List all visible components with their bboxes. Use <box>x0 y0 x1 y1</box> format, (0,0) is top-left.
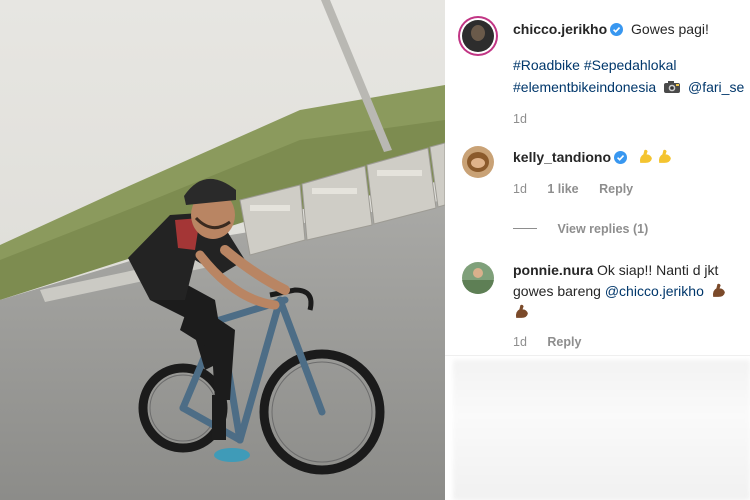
comment-timestamp[interactable]: 1d <box>513 182 527 196</box>
caption-text: Gowes pagi! <box>631 21 709 37</box>
hashtag-roadbike[interactable]: #Roadbike <box>513 57 580 73</box>
commenter-avatar-kelly[interactable] <box>462 146 494 178</box>
post-photo[interactable] <box>0 0 445 500</box>
comment-kelly: kelly_tandiono 1d 1 like Reply View repl… <box>513 146 748 238</box>
comment-text-line2: gowes bareng <box>513 283 601 299</box>
reply-button[interactable]: Reply <box>547 335 581 349</box>
view-replies-label: View replies (1) <box>557 222 649 236</box>
comment-username[interactable]: ponnie.nura <box>513 262 593 278</box>
comment-text-line1: Ok siap!! Nanti d jkt <box>597 262 719 278</box>
verified-badge-icon <box>610 23 624 36</box>
flexed-biceps-icon <box>639 149 652 163</box>
redacted-area <box>453 360 750 500</box>
post-timestamp[interactable]: 1d <box>513 112 750 126</box>
cyclist-photo-illustration <box>0 0 445 500</box>
flexed-biceps-icon <box>658 149 671 163</box>
commenter-avatar-ponnie[interactable] <box>462 262 494 294</box>
post-caption: chicco.jerikho Gowes pagi! #Roadbike #Se… <box>513 18 750 126</box>
author-username[interactable]: chicco.jerikho <box>513 21 607 37</box>
reply-button[interactable]: Reply <box>599 182 633 196</box>
section-divider <box>445 355 750 356</box>
view-replies-button[interactable]: View replies (1) <box>513 220 748 238</box>
hashtag-elementbikeindonesia[interactable]: #elementbikeindonesia <box>513 79 656 95</box>
flexed-biceps-dark-icon <box>712 283 725 297</box>
comment-ponnie: ponnie.nura Ok siap!! Nanti d jkt gowes … <box>513 260 748 351</box>
flexed-biceps-dark-icon <box>515 304 528 318</box>
mention-fari[interactable]: @fari_se <box>688 79 744 95</box>
comment-username[interactable]: kelly_tandiono <box>513 149 611 165</box>
comment-likes[interactable]: 1 like <box>547 182 578 196</box>
comment-timestamp[interactable]: 1d <box>513 335 527 349</box>
camera-flash-icon <box>663 78 681 93</box>
view-replies-divider <box>513 228 537 230</box>
hashtag-sepedahlokal[interactable]: #Sepedahlokal <box>584 57 677 73</box>
post-side-panel: chicco.jerikho Gowes pagi! #Roadbike #Se… <box>445 0 750 500</box>
author-avatar[interactable] <box>458 16 498 56</box>
verified-badge-icon <box>614 151 628 164</box>
mention-chicco[interactable]: @chicco.jerikho <box>605 283 704 299</box>
